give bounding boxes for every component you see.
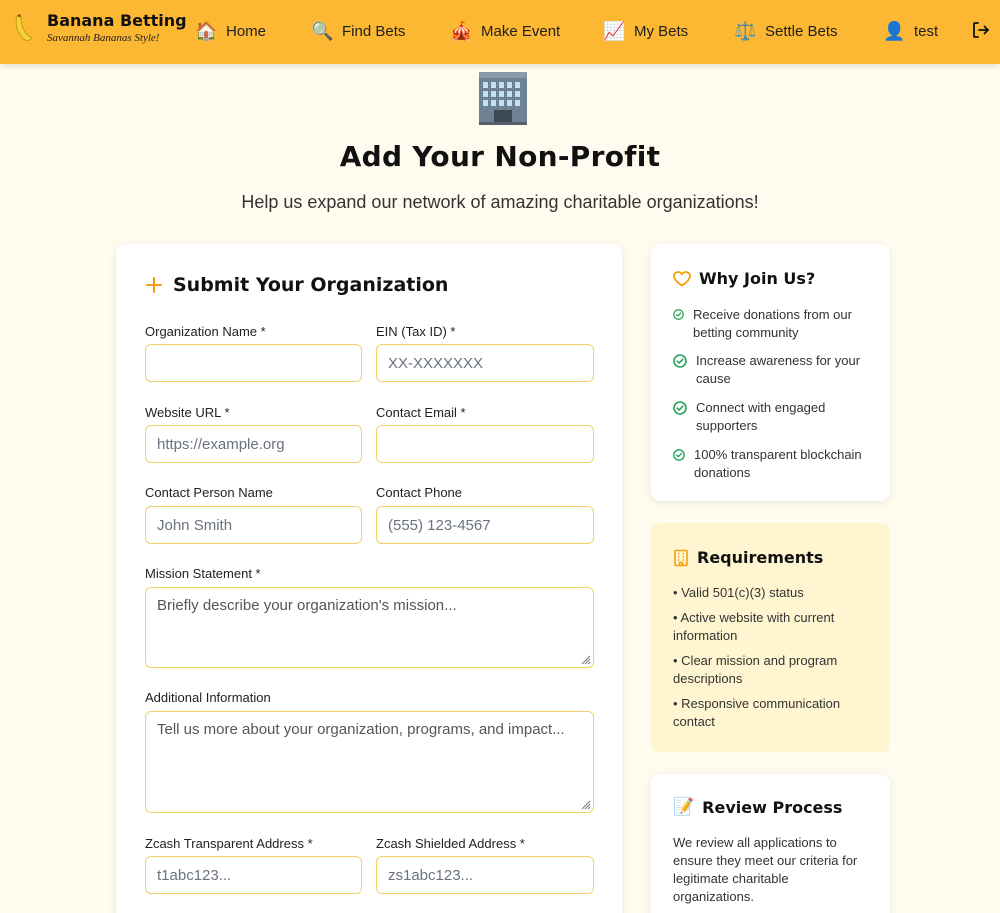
website-input[interactable]: https://example.org xyxy=(145,425,362,463)
mission-textarea[interactable]: Briefly describe your organization's mis… xyxy=(145,587,594,668)
requirement-item: • Active website with current informatio… xyxy=(673,610,835,643)
building-icon xyxy=(674,549,688,566)
nav-settle-bets[interactable]: ⚖️ Settle Bets xyxy=(734,18,838,44)
brand-subtitle: Savannah Bananas Style! xyxy=(47,32,160,44)
zcash-transparent-label: Zcash Transparent Address * xyxy=(145,836,313,851)
requirements-card: Requirements • Valid 501(c)(3) status • … xyxy=(651,523,890,752)
user-icon: 👤 xyxy=(883,20,906,41)
scales-icon: ⚖️ xyxy=(734,20,757,41)
requirement-item: • Valid 501(c)(3) status xyxy=(673,585,804,600)
nav-my-bets-label: My Bets xyxy=(634,22,689,40)
chart-up-icon: 📈 xyxy=(603,20,626,41)
nav-my-bets[interactable]: 📈 My Bets xyxy=(603,18,688,44)
contact-person-label: Contact Person Name xyxy=(145,485,273,500)
mission-label: Mission Statement * xyxy=(145,566,261,581)
zcash-shielded-input[interactable]: zs1abc123... xyxy=(376,856,594,894)
zcash-shielded-label: Zcash Shielded Address * xyxy=(376,836,525,851)
office-building-icon xyxy=(476,70,530,126)
phone-input[interactable]: (555) 123-4567 xyxy=(376,506,594,544)
form-title: Submit Your Organization xyxy=(145,274,448,296)
nav-make-event-label: Make Event xyxy=(481,22,561,40)
requirement-item: • Responsive communication contact xyxy=(673,696,841,729)
submit-organization-form: Submit Your Organization Organization Na… xyxy=(116,244,622,913)
requirements-title: Requirements xyxy=(697,548,824,567)
additional-info-textarea[interactable]: Tell us more about your organization, pr… xyxy=(145,711,594,813)
nav-find-bets-label: Find Bets xyxy=(342,22,406,40)
plus-icon xyxy=(146,277,162,293)
why-join-card: Why Join Us? Receive donations from our … xyxy=(651,244,890,501)
why-item-text: 100% transparent blockchain donations xyxy=(694,447,862,480)
brand-title: Banana Betting xyxy=(47,11,187,30)
logout-icon[interactable] xyxy=(971,20,991,40)
ein-label: EIN (Tax ID) * xyxy=(376,324,456,339)
ein-input[interactable]: XX-XXXXXXX xyxy=(376,344,594,382)
why-item-text: Connect with engaged supporters xyxy=(696,400,826,433)
nav-user-label: test xyxy=(914,22,939,40)
top-navbar: Banana Betting Savannah Bananas Style! 🏠… xyxy=(0,0,1000,64)
website-label: Website URL * xyxy=(145,405,230,420)
check-circle-icon xyxy=(673,354,687,368)
check-circle-icon xyxy=(673,309,684,320)
email-input[interactable] xyxy=(376,425,594,463)
heart-icon xyxy=(673,270,691,286)
nav-home-label: Home xyxy=(226,22,267,40)
why-item-text: Increase awareness for your cause xyxy=(696,353,861,386)
org-name-label: Organization Name * xyxy=(145,324,266,339)
circus-tent-icon: 🎪 xyxy=(450,20,473,41)
magnifier-icon: 🔍 xyxy=(311,20,334,41)
email-label: Contact Email * xyxy=(376,405,466,420)
why-item-text: Receive donations from our betting commu… xyxy=(693,307,852,340)
review-process-card: 📝 Review Process We review all applicati… xyxy=(651,774,890,913)
phone-label: Contact Phone xyxy=(376,485,463,500)
mission-placeholder: Briefly describe your organization's mis… xyxy=(157,597,457,614)
why-item: Connect with engaged supporters xyxy=(673,399,873,435)
why-item: Receive donations from our betting commu… xyxy=(673,306,873,342)
home-icon: 🏠 xyxy=(195,20,218,41)
page-title: Add Your Non-Profit xyxy=(339,140,661,173)
memo-icon: 📝 xyxy=(673,797,695,816)
nav-user[interactable]: 👤 test xyxy=(883,18,938,44)
additional-info-placeholder: Tell us more about your organization, pr… xyxy=(157,721,565,738)
zcash-transparent-input[interactable]: t1abc123... xyxy=(145,856,362,894)
check-circle-icon xyxy=(673,401,687,415)
banana-icon xyxy=(9,11,37,45)
nav-find-bets[interactable]: 🔍 Find Bets xyxy=(311,18,405,44)
page-subtitle: Help us expand our network of amazing ch… xyxy=(241,192,759,212)
why-join-title: Why Join Us? xyxy=(699,269,816,288)
check-circle-icon xyxy=(673,449,685,461)
contact-person-input[interactable]: John Smith xyxy=(145,506,362,544)
review-process-text: We review all applications to ensure the… xyxy=(673,835,858,904)
resize-grip-icon[interactable] xyxy=(579,653,591,665)
review-process-title: Review Process xyxy=(702,797,843,817)
why-item: 100% transparent blockchain donations xyxy=(673,446,878,482)
nav-home[interactable]: 🏠 Home xyxy=(195,18,266,44)
why-item: Increase awareness for your cause xyxy=(673,352,873,388)
brand[interactable]: Banana Betting Savannah Bananas Style! xyxy=(9,11,187,45)
resize-grip-icon[interactable] xyxy=(579,798,591,810)
org-name-input[interactable] xyxy=(145,344,362,382)
additional-info-label: Additional Information xyxy=(145,690,271,705)
requirement-item: • Clear mission and program descriptions xyxy=(673,653,838,686)
form-title-text: Submit Your Organization xyxy=(173,274,449,296)
nav-make-event[interactable]: 🎪 Make Event xyxy=(450,18,560,44)
nav-settle-bets-label: Settle Bets xyxy=(765,22,838,40)
